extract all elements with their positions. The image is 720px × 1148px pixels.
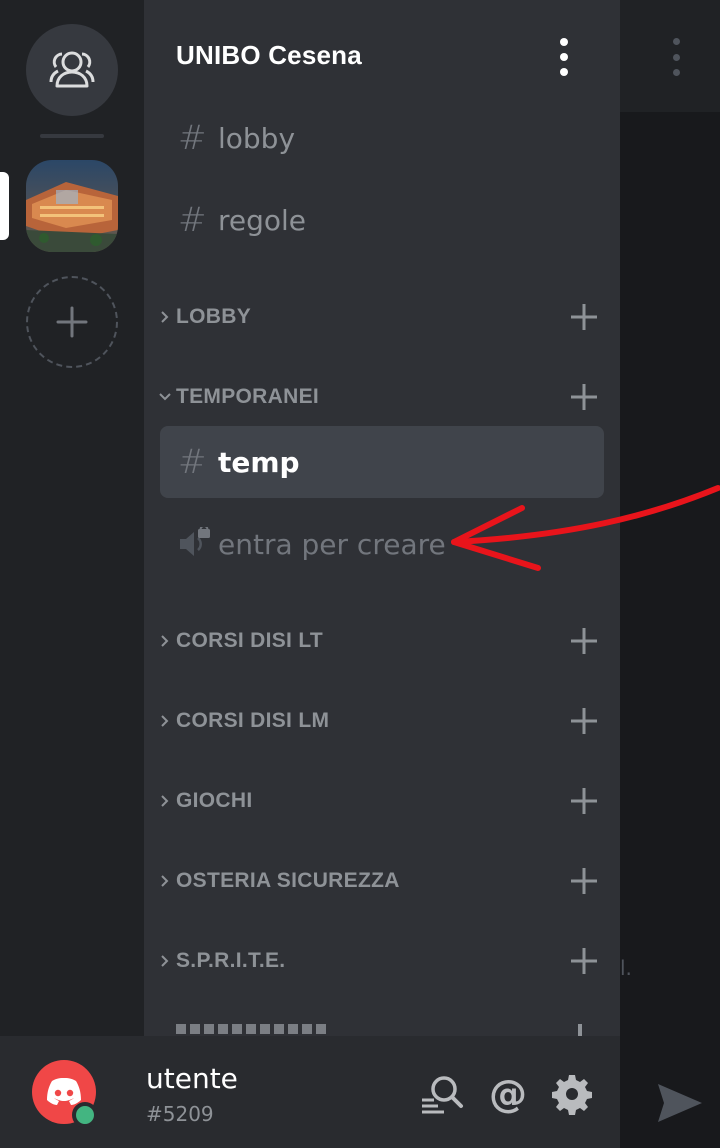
plus-icon: [578, 1024, 582, 1036]
plus-icon[interactable]: [564, 861, 604, 901]
category-name: CORSI DISI LT: [176, 629, 324, 652]
chevron-right-icon: [154, 953, 176, 969]
guild-name[interactable]: UNIBO Cesena: [176, 40, 362, 71]
online-status-dot: [72, 1102, 98, 1128]
category-name: TEMPORANEI: [176, 385, 320, 408]
send-icon: [658, 1084, 702, 1122]
category-name: CORSI DISI LM: [176, 709, 330, 732]
plus-icon[interactable]: [564, 621, 604, 661]
plus-icon[interactable]: [564, 701, 604, 741]
voice-channel-entra-per-creare[interactable]: entra per creare: [160, 508, 604, 580]
plus-icon[interactable]: [564, 377, 604, 417]
user-panel: utente #5209 @: [0, 1036, 620, 1148]
plus-icon[interactable]: [564, 941, 604, 981]
chevron-right-icon: [154, 633, 176, 649]
channel-drawer: UNIBO Cesena # lobby # regole LOBBY TEMP…: [144, 0, 620, 1036]
user-discriminator: #5209: [146, 1102, 214, 1126]
chat-message-fragment: l.: [620, 956, 632, 980]
settings-button[interactable]: [550, 1072, 594, 1116]
mentions-button[interactable]: @: [486, 1072, 530, 1116]
server-rail: [0, 0, 144, 1036]
at-icon: @: [489, 1072, 527, 1116]
category-name: OSTERIA SICUREZZA: [176, 869, 400, 892]
channel-temp[interactable]: # temp: [160, 426, 604, 498]
chat-kebab-icon[interactable]: [668, 38, 684, 76]
guild-kebab-icon[interactable]: [556, 38, 572, 76]
channel-regole[interactable]: # regole: [160, 184, 604, 256]
plus-icon[interactable]: [564, 297, 604, 337]
channel-name: temp: [218, 445, 300, 479]
locked-speaker-icon: [178, 525, 218, 561]
gear-icon: [552, 1075, 592, 1115]
search-button[interactable]: [420, 1072, 464, 1116]
category-cutoff: [176, 1024, 416, 1036]
send-button[interactable]: [652, 1078, 708, 1128]
category-sprite[interactable]: S.P.R.I.T.E.: [154, 937, 610, 985]
selected-server-indicator: [0, 172, 9, 240]
search-icon: [422, 1076, 463, 1114]
channel-name: entra per creare: [218, 527, 446, 561]
category-lobby[interactable]: LOBBY: [154, 293, 610, 341]
campus-image-icon: [26, 160, 118, 252]
channel-lobby[interactable]: # lobby: [160, 102, 604, 174]
category-corsi-disi-lt[interactable]: CORSI DISI LT: [154, 617, 610, 665]
friends-button[interactable]: [26, 24, 118, 116]
server-icon-unibo[interactable]: [26, 160, 118, 252]
category-osteria-sicurezza[interactable]: OSTERIA SICUREZZA: [154, 857, 610, 905]
add-server-icon: [56, 306, 88, 338]
hash-icon: #: [178, 200, 207, 240]
category-name: LOBBY: [176, 305, 251, 328]
add-server-button[interactable]: [26, 276, 118, 368]
hash-icon: #: [178, 442, 207, 482]
rail-separator: [40, 134, 104, 138]
chat-area: [620, 0, 720, 1148]
plus-icon[interactable]: [564, 781, 604, 821]
channel-name: regole: [218, 203, 307, 237]
channel-name: lobby: [218, 121, 296, 155]
category-name: S.P.R.I.T.E.: [176, 949, 286, 972]
category-giochi[interactable]: GIOCHI: [154, 777, 610, 825]
hash-icon: #: [178, 118, 207, 158]
chevron-right-icon: [154, 873, 176, 889]
chevron-right-icon: [154, 793, 176, 809]
chevron-right-icon: [154, 713, 176, 729]
category-temporanei[interactable]: TEMPORANEI: [154, 373, 610, 421]
chevron-down-icon: [154, 391, 176, 403]
friends-icon: [49, 51, 95, 88]
username: utente: [146, 1062, 238, 1095]
category-name: GIOCHI: [176, 789, 253, 812]
chevron-right-icon: [154, 309, 176, 325]
category-corsi-disi-lm[interactable]: CORSI DISI LM: [154, 697, 610, 745]
